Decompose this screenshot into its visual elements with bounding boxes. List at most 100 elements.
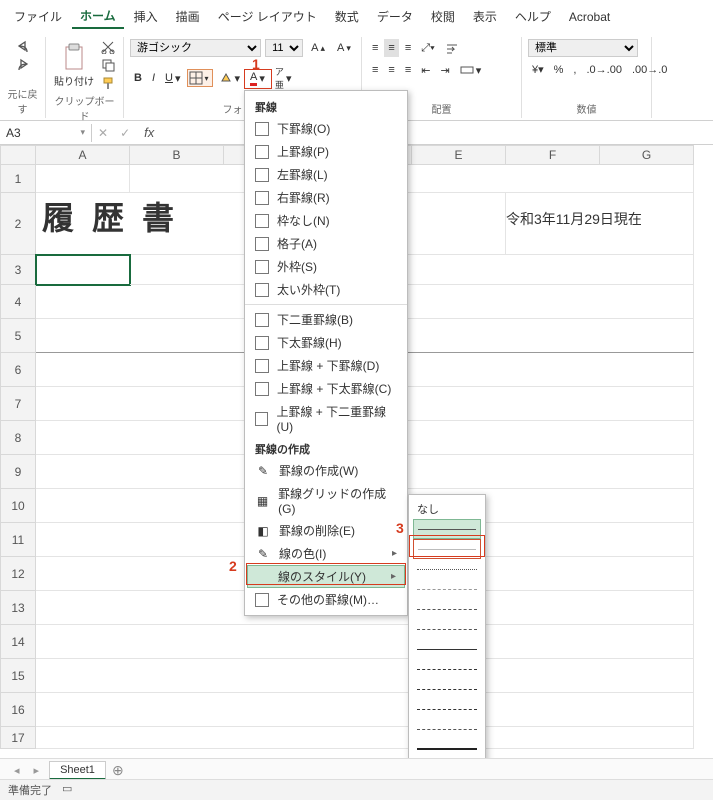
row-header-4[interactable]: 4 [0, 285, 36, 319]
align-bottom-icon[interactable]: ≡ [401, 39, 415, 57]
row-header-16[interactable]: 16 [0, 693, 36, 727]
line-style-medium-dash-dot-dot[interactable] [413, 699, 481, 719]
font-size-select[interactable]: 11 [265, 39, 303, 57]
row-header-8[interactable]: 8 [0, 421, 36, 455]
underline-button[interactable]: U ▾ [161, 70, 184, 87]
tab-scroll-left-icon[interactable]: ◂ [10, 764, 24, 777]
percent-icon[interactable]: % [550, 61, 568, 78]
comma-icon[interactable]: , [569, 61, 580, 78]
enter-formula-icon[interactable]: ✓ [114, 126, 136, 140]
indent-increase-icon[interactable]: ⇥ [436, 61, 453, 79]
col-header-b[interactable]: B [130, 145, 224, 165]
align-left-icon[interactable]: ≡ [368, 61, 382, 79]
add-sheet-button[interactable]: ⊕ [112, 762, 124, 779]
line-style-thin[interactable] [413, 519, 481, 539]
row-header-17[interactable]: 17 [0, 727, 36, 749]
select-all-cell[interactable] [0, 145, 36, 165]
line-style-none[interactable]: なし [413, 499, 481, 519]
font-name-select[interactable]: 游ゴシック [130, 39, 261, 57]
draw-border-grid-item[interactable]: ▦罫線グリッドの作成(G) [245, 482, 407, 519]
align-center-icon[interactable]: ≡ [384, 61, 398, 79]
format-painter-icon[interactable] [100, 75, 116, 91]
line-style-medium[interactable] [413, 639, 481, 659]
align-right-icon[interactable]: ≡ [401, 61, 415, 79]
tab-scroll-right-icon[interactable]: ▸ [30, 764, 44, 777]
name-box[interactable]: A3 ▾ [0, 124, 92, 142]
menu-insert[interactable]: 挿入 [126, 5, 166, 28]
accessibility-icon[interactable]: ▭ [62, 782, 72, 798]
sheet-tab-1[interactable]: Sheet1 [49, 761, 106, 780]
increase-decimal-icon[interactable]: .0→.00 [582, 61, 625, 78]
border-thick-outside-item[interactable]: 太い外枠(T) [245, 278, 407, 301]
menu-data[interactable]: データ [369, 5, 421, 28]
border-right-item[interactable]: 右罫線(R) [245, 186, 407, 209]
row-header-14[interactable]: 14 [0, 625, 36, 659]
decrease-decimal-icon[interactable]: .00→.0 [628, 61, 671, 78]
fill-color-button[interactable]: ▾ [215, 69, 245, 87]
col-header-g[interactable]: G [600, 145, 694, 165]
line-style-dash-dot-dot[interactable] [413, 619, 481, 639]
merge-cells-icon[interactable]: ▾ [456, 61, 486, 79]
cut-icon[interactable] [100, 39, 116, 55]
row-header-5[interactable]: 5 [0, 319, 36, 353]
row-header-6[interactable]: 6 [0, 353, 36, 387]
row-header-13[interactable]: 13 [0, 591, 36, 625]
bold-button[interactable]: B [130, 70, 146, 86]
orientation-icon[interactable]: ⤢▾ [417, 39, 438, 57]
draw-border-item[interactable]: ✎罫線の作成(W) [245, 459, 407, 482]
border-none-item[interactable]: 枠なし(N) [245, 209, 407, 232]
cell[interactable] [36, 625, 694, 659]
border-bottom-thick-item[interactable]: 下太罫線(H) [245, 331, 407, 354]
border-bottom-double-item[interactable]: 下二重罫線(B) [245, 308, 407, 331]
cell[interactable] [36, 693, 694, 727]
border-left-item[interactable]: 左罫線(L) [245, 163, 407, 186]
align-middle-icon[interactable]: ≡ [384, 39, 398, 57]
row-header-12[interactable]: 12 [0, 557, 36, 591]
menu-file[interactable]: ファイル [6, 5, 70, 28]
row-header-3[interactable]: 3 [0, 255, 36, 285]
row-header-11[interactable]: 11 [0, 523, 36, 557]
cancel-formula-icon[interactable]: ✕ [92, 126, 114, 140]
border-all-item[interactable]: 格子(A) [245, 232, 407, 255]
line-style-slanted[interactable] [413, 719, 481, 739]
menu-review[interactable]: 校閲 [423, 5, 463, 28]
wrap-text-icon[interactable] [441, 39, 463, 57]
border-outside-item[interactable]: 外枠(S) [245, 255, 407, 278]
cell-date[interactable]: 令和3年11月29日現在 [506, 193, 694, 255]
cell[interactable] [36, 727, 694, 749]
row-header-10[interactable]: 10 [0, 489, 36, 523]
borders-dropdown-button[interactable]: ▾ [187, 69, 213, 87]
border-top-thick-bottom-item[interactable]: 上罫線 + 下太罫線(C) [245, 377, 407, 400]
menu-help[interactable]: ヘルプ [507, 5, 559, 28]
line-style-item[interactable]: 線のスタイル(Y)▸ [247, 565, 405, 588]
cell[interactable] [130, 165, 694, 193]
redo-icon[interactable] [15, 57, 31, 73]
line-style-medium-dashed[interactable] [413, 659, 481, 679]
cell[interactable] [36, 165, 130, 193]
border-top-bottom-item[interactable]: 上罫線 + 下罫線(D) [245, 354, 407, 377]
more-borders-item[interactable]: その他の罫線(M)… [245, 588, 407, 611]
cell[interactable] [130, 255, 694, 285]
italic-button[interactable]: I [148, 70, 159, 86]
col-header-e[interactable]: E [412, 145, 506, 165]
line-style-dash-dot[interactable] [413, 599, 481, 619]
line-style-hair[interactable] [413, 539, 481, 559]
row-header-7[interactable]: 7 [0, 387, 36, 421]
row-header-9[interactable]: 9 [0, 455, 36, 489]
menu-formulas[interactable]: 数式 [327, 5, 367, 28]
col-header-f[interactable]: F [506, 145, 600, 165]
erase-border-item[interactable]: ◧罫線の削除(E) [245, 519, 407, 542]
currency-icon[interactable]: ¥▾ [528, 61, 548, 78]
menu-layout[interactable]: ページ レイアウト [210, 5, 325, 28]
row-header-1[interactable]: 1 [0, 165, 36, 193]
line-color-item[interactable]: ✎線の色(I)▸ [245, 542, 407, 565]
decrease-font-icon[interactable]: A▾ [333, 40, 355, 56]
indent-decrease-icon[interactable]: ⇤ [417, 61, 434, 79]
row-header-2[interactable]: 2 [0, 193, 36, 255]
cell-a3-selected[interactable] [36, 255, 130, 285]
line-style-medium-dash-dot[interactable] [413, 679, 481, 699]
row-header-15[interactable]: 15 [0, 659, 36, 693]
align-top-icon[interactable]: ≡ [368, 39, 382, 57]
border-top-item[interactable]: 上罫線(P) [245, 140, 407, 163]
menu-acrobat[interactable]: Acrobat [561, 7, 618, 27]
